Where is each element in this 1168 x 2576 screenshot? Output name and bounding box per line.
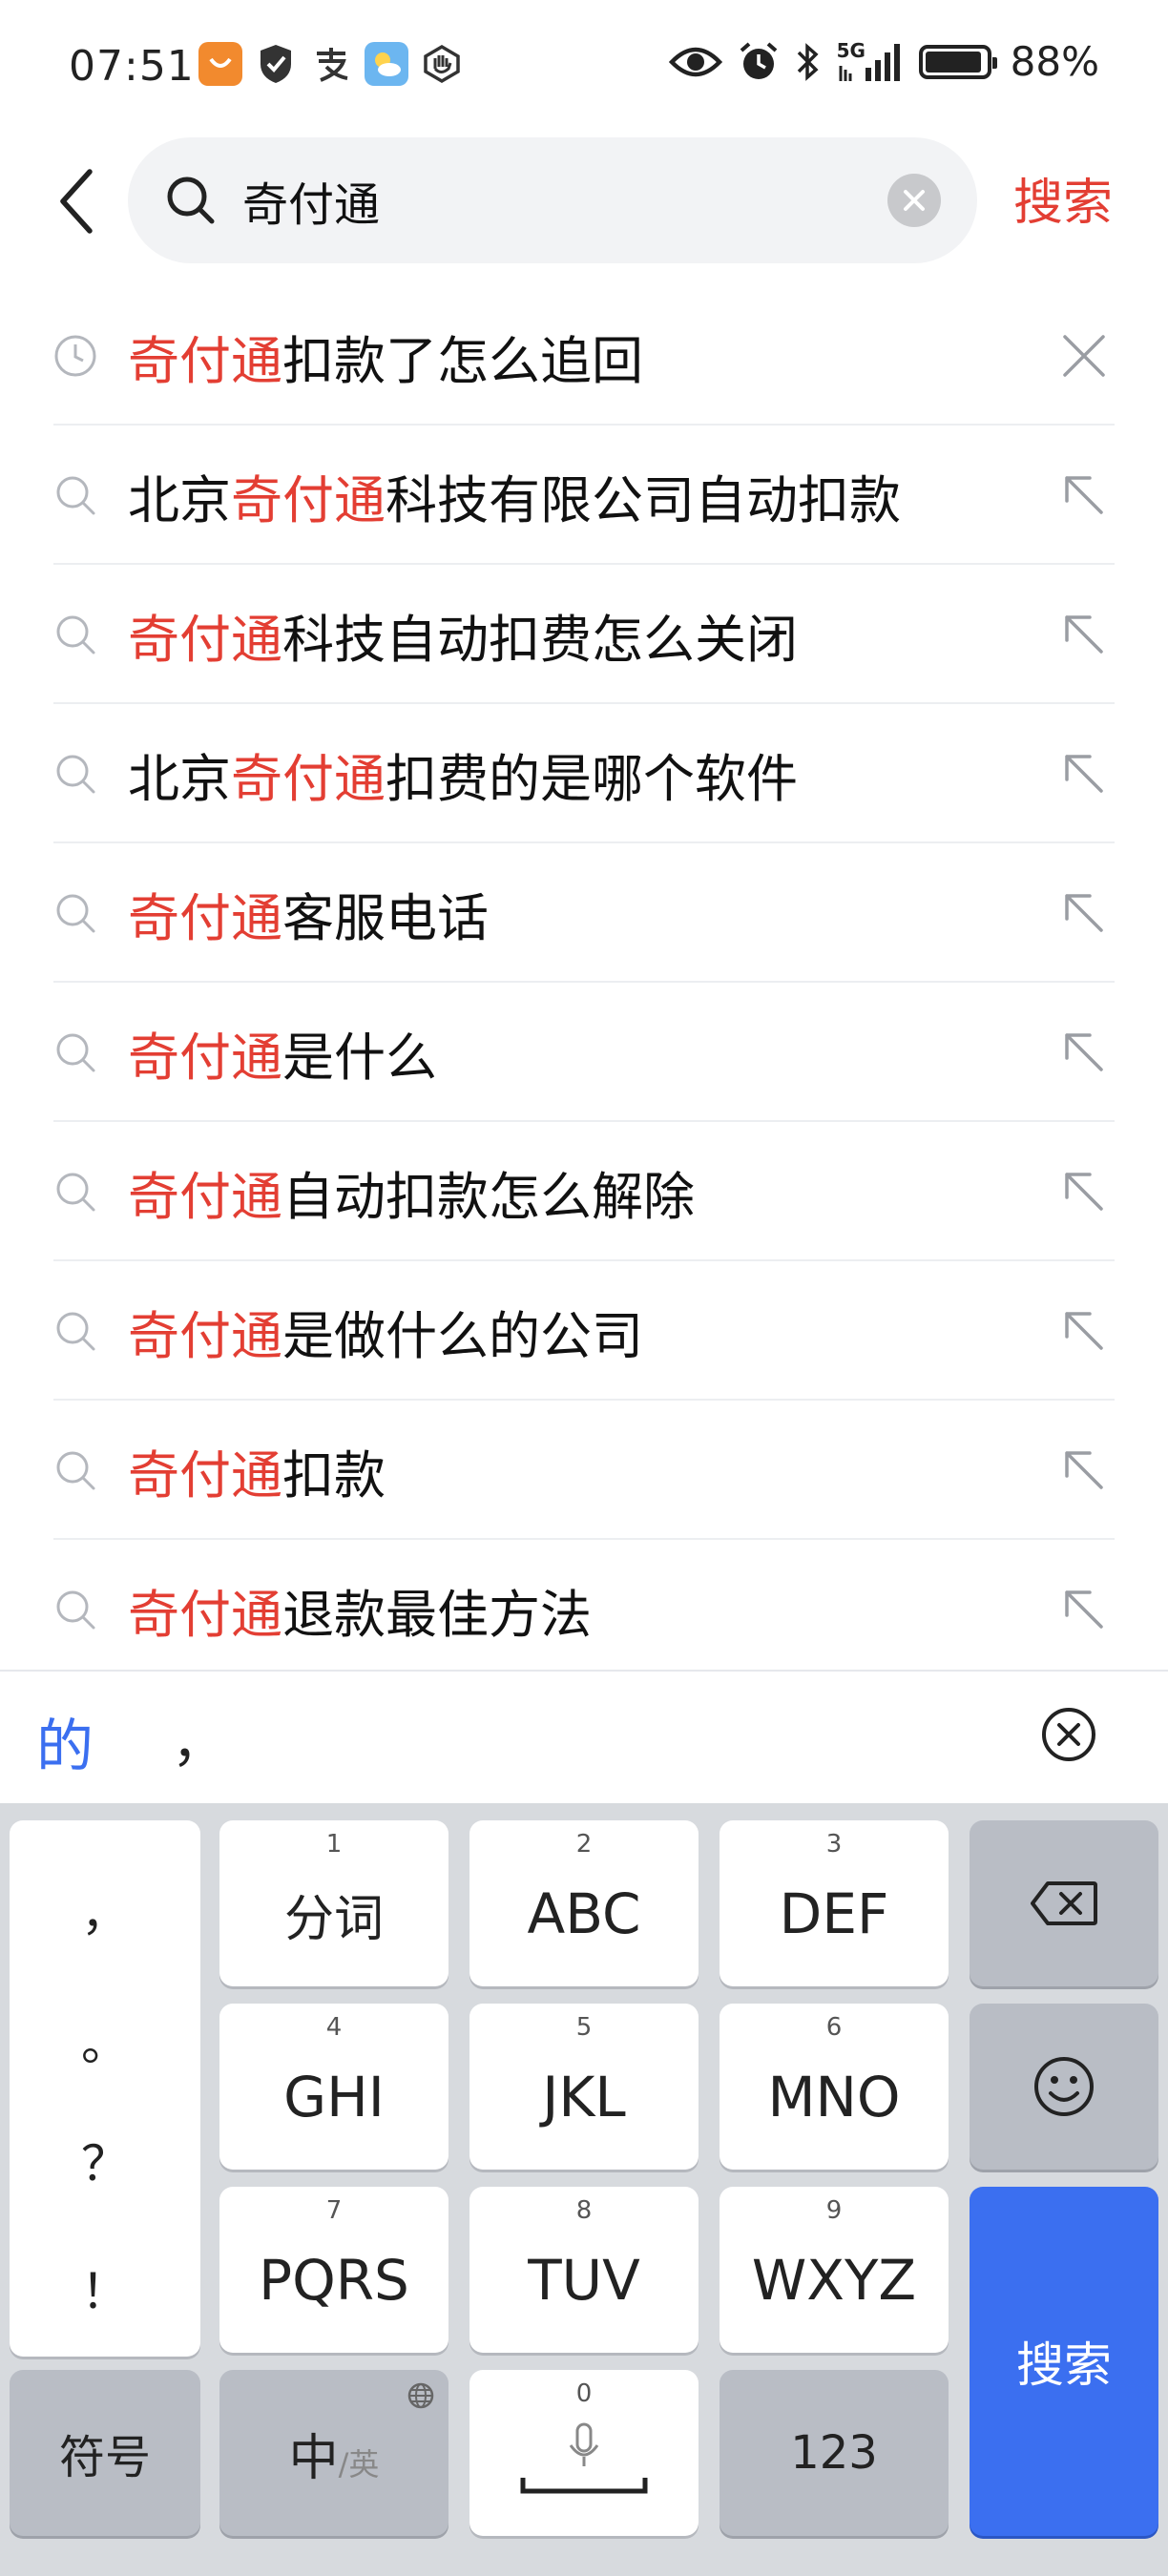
search-icon [56,476,95,515]
ime-search-key[interactable]: 搜索 [970,2187,1158,2536]
fill-query-arrow-icon[interactable] [1059,1445,1109,1495]
suggestion-text: 北京奇付通扣费的是哪个软件 [128,748,798,809]
punct-question[interactable]: ？ [10,2126,200,2194]
search-query[interactable]: 奇付通 [242,167,887,234]
key-4[interactable]: 4 GHI [219,2004,448,2170]
emoji-icon [1034,2057,1094,2116]
search-icon [56,1033,95,1072]
suggestion-text: 北京奇付通科技有限公司自动扣款 [128,469,901,530]
suggestion-text: 奇付通客服电话 [128,887,489,948]
suggestion-item[interactable]: 北京奇付通扣费的是哪个软件 [0,704,1168,843]
ime-candidate-bar: 的 ， [0,1670,1168,1803]
battery-level: 88% [1010,38,1099,85]
suggestion-item[interactable]: 北京奇付通科技有限公司自动扣款 [0,426,1168,565]
fill-query-arrow-icon[interactable] [1059,1028,1109,1077]
space-bar-icon [520,2478,648,2494]
space-key[interactable]: 0 [469,2370,699,2536]
key-9[interactable]: 9 WXYZ [720,2187,949,2353]
suggestion-text: 奇付通是什么 [128,1027,437,1088]
search-input[interactable]: 奇付通 [128,137,977,263]
search-icon [167,177,215,224]
search-button[interactable]: 搜索 [1013,162,1113,234]
alipay-icon [309,42,353,86]
search-icon [56,1590,95,1630]
symbols-key[interactable]: 符号 [10,2370,200,2536]
candidate-1[interactable]: 的 [36,1700,94,1783]
numbers-key[interactable]: 123 [720,2370,949,2536]
shield-icon [254,42,298,86]
suggestion-item[interactable]: 奇付通客服电话 [0,843,1168,983]
clear-search-button[interactable] [887,174,941,227]
search-icon [56,1173,95,1212]
clock-icon [54,335,96,377]
eye-icon [668,47,722,76]
suggestion-text: 奇付通退款最佳方法 [128,1584,592,1645]
ime-keyboard: ， 。 ？ ！ 1 分词 2 ABC 3 DEF 4 GHI 5 JKL 6 M… [0,1803,1168,2576]
microphone-icon [569,2422,599,2466]
suggestion-text: 奇付通扣款了怎么追回 [128,330,643,391]
suggestion-text: 奇付通扣款 [128,1444,386,1506]
key-2[interactable]: 2 ABC [469,1820,699,1986]
suggestion-text: 奇付通科技自动扣费怎么关闭 [128,609,798,670]
alarm-icon [740,41,777,79]
weather-icon [365,42,408,86]
search-icon [56,894,95,933]
punct-comma[interactable]: ， [10,1876,200,1944]
search-icon [56,1451,95,1490]
key-5[interactable]: 5 JKL [469,2004,699,2170]
globe-icon [407,2382,434,2409]
key-8[interactable]: 8 TUV [469,2187,699,2353]
key-3[interactable]: 3 DEF [720,1820,949,1986]
punct-exclaim[interactable]: ！ [10,2254,200,2322]
search-icon [56,755,95,794]
backspace-key[interactable] [970,1820,1158,1986]
fill-query-arrow-icon[interactable] [1059,749,1109,799]
battery-icon [918,44,997,79]
candidate-2[interactable]: ， [172,1700,225,1777]
suggestion-item[interactable]: 奇付通扣款 [0,1401,1168,1540]
close-keyboard-icon[interactable] [1040,1706,1097,1763]
search-icon [56,615,95,654]
backspace-icon [1031,1881,1097,1925]
fill-query-arrow-icon[interactable] [1059,888,1109,938]
suggestion-text: 奇付通是做什么的公司 [128,1305,643,1366]
fill-query-arrow-icon[interactable] [1059,610,1109,659]
suggestion-item[interactable]: 奇付通退款最佳方法 [0,1540,1168,1679]
punct-period[interactable]: 。 [10,2005,200,2074]
suggestion-list: 奇付通扣款了怎么追回 北京奇付通科技有限公司自动扣款 奇付通科技自动扣费怎么关闭… [0,286,1168,1679]
status-time: 07:51 [69,42,195,91]
history-item[interactable]: 奇付通扣款了怎么追回 [0,286,1168,426]
suggestion-item[interactable]: 奇付通是什么 [0,983,1168,1122]
fill-query-arrow-icon[interactable] [1059,470,1109,520]
language-switch-key[interactable]: 中 /英 [219,2370,448,2536]
signal-icon: 5G [837,39,904,83]
key-1[interactable]: 1 分词 [219,1820,448,1986]
back-button[interactable] [46,158,107,244]
bluetooth-icon [797,42,819,81]
suggestion-item[interactable]: 奇付通自动扣款怎么解除 [0,1122,1168,1261]
search-icon [56,1312,95,1351]
hand-icon [420,42,464,86]
delete-history-icon[interactable] [1059,331,1109,381]
key-7[interactable]: 7 PQRS [219,2187,448,2353]
suggestion-item[interactable]: 奇付通是做什么的公司 [0,1261,1168,1401]
emoji-key[interactable] [970,2004,1158,2170]
key-6[interactable]: 6 MNO [720,2004,949,2170]
search-header: 奇付通 搜索 [0,134,1168,267]
close-icon [904,190,925,211]
status-bar: 07:51 5G 88% [0,0,1168,134]
fill-query-arrow-icon[interactable] [1059,1167,1109,1216]
suggestion-item[interactable]: 奇付通科技自动扣费怎么关闭 [0,565,1168,704]
suggestion-text: 奇付通自动扣款怎么解除 [128,1166,695,1227]
fill-query-arrow-icon[interactable] [1059,1306,1109,1356]
punctuation-column[interactable]: ， 。 ？ ！ [10,1820,200,2357]
fill-query-arrow-icon[interactable] [1059,1585,1109,1634]
chevron-left-icon [60,169,93,234]
shopping-app-icon [198,42,242,86]
